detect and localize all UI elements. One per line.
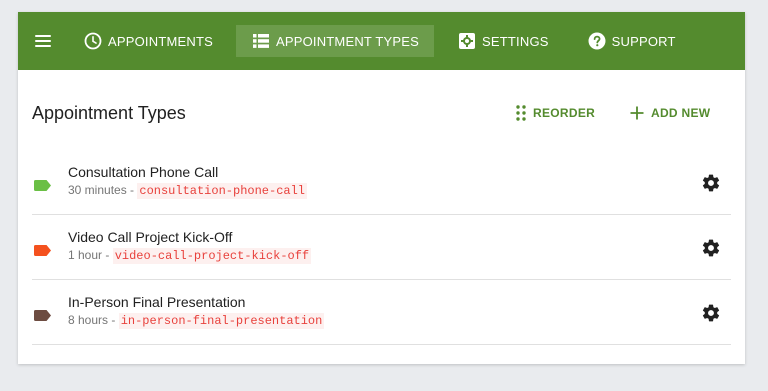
gear-icon[interactable] — [701, 238, 721, 258]
appointment-type-row[interactable]: Consultation Phone Call 30 minutes - con… — [32, 150, 731, 215]
nav-support-label: SUPPORT — [611, 33, 676, 49]
appointment-type-meta: 8 hours - in-person-final-presentation — [68, 313, 325, 329]
add-new-button[interactable]: ADD NEW — [630, 97, 710, 129]
plus-icon — [630, 106, 644, 120]
main-card: APPOINTMENTS APPOINTMENT TYPES SETTINGS … — [18, 12, 745, 364]
meta-separator: - — [108, 313, 119, 327]
nav-support[interactable]: SUPPORT — [572, 25, 691, 57]
tag-shape — [34, 245, 51, 256]
appointment-type-duration: 8 hours — [68, 313, 109, 327]
gear-icon[interactable] — [701, 303, 721, 323]
nav-settings[interactable]: SETTINGS — [442, 25, 564, 57]
appointment-type-meta: 1 hour - video-call-project-kick-off — [68, 248, 312, 264]
appointment-type-list: Consultation Phone Call 30 minutes - con… — [32, 150, 731, 345]
hamburger-icon[interactable] — [35, 35, 51, 47]
label-tag-icon — [34, 308, 51, 326]
clock-icon — [84, 32, 102, 50]
nav-appointment-types[interactable]: APPOINTMENT TYPES — [235, 25, 435, 57]
appointment-type-meta: 30 minutes - consultation-phone-call — [68, 183, 308, 199]
nav-appointments-label: APPOINTMENTS — [108, 33, 213, 49]
nav-appointments[interactable]: APPOINTMENTS — [68, 25, 228, 57]
help-icon — [588, 32, 606, 50]
label-tag-icon — [34, 178, 51, 196]
appointment-type-duration: 30 minutes — [68, 183, 127, 197]
top-navbar: APPOINTMENTS APPOINTMENT TYPES SETTINGS … — [18, 12, 745, 70]
tag-shape — [34, 310, 51, 321]
appointment-type-name: Video Call Project Kick-Off — [68, 229, 233, 245]
meta-separator: - — [102, 248, 113, 262]
nav-settings-label: SETTINGS — [482, 33, 549, 49]
label-tag-icon — [34, 243, 51, 261]
drag-handle-icon — [516, 105, 526, 121]
add-new-label: ADD NEW — [651, 106, 711, 120]
page-header: Appointment Types REORDER ADD NEW — [18, 70, 745, 150]
settings-icon — [458, 32, 476, 50]
appointment-type-slug: consultation-phone-call — [137, 183, 308, 199]
appointment-type-duration: 1 hour — [68, 248, 103, 262]
nav-appointment-types-label: APPOINTMENT TYPES — [275, 33, 420, 49]
appointment-type-slug: in-person-final-presentation — [118, 313, 325, 329]
gear-icon[interactable] — [701, 173, 721, 193]
reorder-label: REORDER — [533, 106, 596, 120]
appointment-type-slug: video-call-project-kick-off — [112, 248, 312, 264]
tag-shape — [34, 180, 51, 191]
list-icon — [252, 32, 270, 50]
appointment-type-row[interactable]: Video Call Project Kick-Off 1 hour - vid… — [32, 215, 731, 280]
appointment-type-row[interactable]: In-Person Final Presentation 8 hours - i… — [32, 280, 731, 345]
appointment-type-name: Consultation Phone Call — [68, 164, 219, 180]
reorder-button[interactable]: REORDER — [516, 97, 595, 129]
page-title: Appointment Types — [32, 103, 186, 123]
appointment-type-name: In-Person Final Presentation — [68, 294, 246, 310]
meta-separator: - — [126, 183, 138, 197]
